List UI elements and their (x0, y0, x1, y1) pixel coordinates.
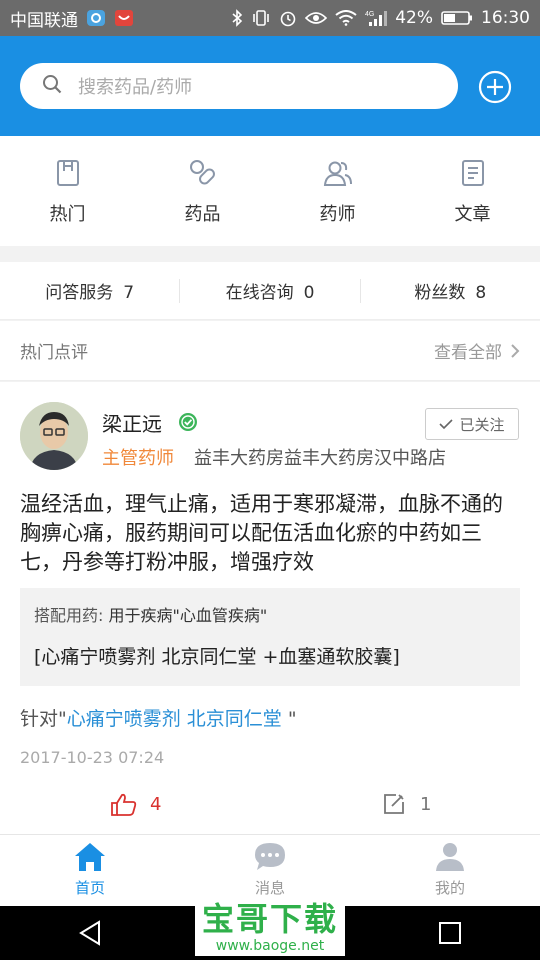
chevron-right-icon (511, 343, 520, 358)
signal-icon: 4G (365, 9, 388, 27)
target-prefix: 针对" (20, 708, 67, 730)
vibrate-icon (251, 9, 271, 27)
verified-check-icon (179, 413, 197, 431)
stat-qa-value: 7 (123, 283, 135, 303)
section-title: 热门点评 (20, 343, 88, 363)
category-medicine-label: 药品 (184, 204, 221, 225)
pharmacist-role: 主管药师 (102, 448, 174, 469)
category-article-label: 文章 (454, 204, 491, 225)
combo-disease: 用于疾病"心血管疾病" (108, 606, 268, 625)
target-suffix: " (281, 708, 297, 730)
bluetooth-icon (231, 9, 243, 27)
thumbs-up-icon (111, 793, 137, 816)
wifi-icon (335, 10, 357, 26)
combo-prefix: 搭配用药: (34, 606, 104, 625)
bookmark-h-icon (56, 160, 79, 186)
alarm-icon (279, 9, 297, 27)
stats-bar: 问答服务 7 在线咨询 0 粉丝数 8 (0, 262, 540, 320)
category-pharmacist[interactable]: 药师 (270, 136, 405, 246)
review-card[interactable]: 梁正远 已关注 主管药师 益丰大药房益丰大药房汉中路店 温经活血，理气止痛，适用… (0, 382, 540, 834)
battery-icon (441, 10, 473, 26)
document-icon (461, 160, 484, 186)
combo-drugs: [心痛宁喷雾剂 北京同仁堂 +血塞通软胶囊] (34, 646, 400, 668)
combo-disease-line: 搭配用药: 用于疾病"心血管疾病" (34, 602, 506, 626)
recents-square-icon[interactable] (437, 919, 463, 947)
stat-online-consult[interactable]: 在线咨询 0 (180, 278, 359, 303)
category-pharmacist-label: 药师 (319, 204, 356, 225)
category-hot[interactable]: 热门 (0, 136, 135, 246)
like-count: 4 (150, 793, 162, 815)
tab-home-label: 首页 (74, 879, 105, 897)
review-date: 2017-10-23 07:24 (20, 748, 165, 767)
status-bar: 中国联通 4G 42% 16:30 (0, 0, 540, 36)
back-triangle-icon[interactable] (77, 919, 103, 947)
bottom-tab-bar: 首页 消息 我的 (0, 834, 540, 906)
search-placeholder: 搜索药品/药师 (78, 77, 193, 98)
avatar[interactable] (20, 402, 88, 470)
follow-button[interactable]: 已关注 (425, 408, 519, 440)
watermark-url: www.baoge.net (215, 938, 325, 954)
add-button[interactable] (478, 70, 512, 104)
comment-count: 1 (420, 793, 432, 815)
clock-time: 16:30 (481, 8, 530, 28)
person-icon (436, 843, 464, 871)
target-drug-link[interactable]: 心痛宁喷雾剂 北京同仁堂 (67, 708, 282, 730)
plus-circle-icon (478, 70, 512, 104)
check-icon (439, 419, 454, 430)
stat-qa-label: 问答服务 (45, 283, 114, 303)
users-icon (323, 161, 352, 186)
carrier-label: 中国联通 (10, 10, 78, 31)
chat-bubble-icon (255, 843, 285, 870)
combo-medication-box: 搭配用药: 用于疾病"心血管疾病" [心痛宁喷雾剂 北京同仁堂 +血塞通软胶囊] (20, 588, 520, 686)
pill-icon (189, 160, 215, 185)
comment-button[interactable]: 1 (382, 792, 431, 816)
category-article[interactable]: 文章 (405, 136, 540, 246)
review-content: 温经活血，理气止痛，适用于寒邪凝滞，血脉不通的胸痹心痛，服药期间可以配伍活血化瘀… (20, 492, 503, 574)
view-all-link[interactable]: 查看全部 (434, 338, 520, 363)
eye-icon (305, 10, 328, 26)
stat-qa-service[interactable]: 问答服务 7 (0, 278, 179, 303)
category-nav: 热门 药品 药师 文章 (0, 136, 540, 246)
message-notification-icon (114, 9, 134, 27)
like-button[interactable]: 4 (110, 792, 161, 816)
search-icon (42, 74, 62, 98)
stat-fans-value: 8 (475, 283, 487, 303)
search-bar[interactable]: 搜索药品/药师 (20, 63, 458, 109)
hot-reviews-header: 热门点评 查看全部 (0, 321, 540, 381)
pharmacist-name[interactable]: 梁正远 (102, 408, 162, 437)
stat-consult-label: 在线咨询 (225, 283, 294, 303)
stat-consult-value: 0 (303, 283, 315, 303)
pharmacy-name: 益丰大药房益丰大药房汉中路店 (194, 448, 446, 469)
stat-fans-label: 粉丝数 (414, 283, 466, 303)
stat-fans[interactable]: 粉丝数 8 (361, 278, 540, 303)
battery-percent: 42% (395, 8, 433, 28)
edit-icon (384, 794, 404, 814)
app-header: 搜索药品/药师 (0, 36, 540, 136)
category-hot-label: 热门 (49, 204, 86, 225)
view-all-label: 查看全部 (434, 343, 502, 363)
tab-messages-label: 消息 (254, 879, 285, 897)
watermark-title: 宝哥下载 (201, 900, 338, 938)
app-notification-icon (86, 9, 106, 27)
category-medicine[interactable]: 药品 (135, 136, 270, 246)
tab-home[interactable]: 首页 (0, 835, 180, 906)
follow-label: 已关注 (459, 415, 505, 434)
watermark-logo: 宝哥下载 www.baoge.net (195, 900, 345, 956)
network-type-label: 4G (365, 11, 374, 18)
home-icon (75, 843, 105, 871)
avatar-portrait-icon (20, 402, 88, 470)
tab-profile-label: 我的 (434, 879, 465, 897)
target-drug-line: 针对"心痛宁喷雾剂 北京同仁堂 " (20, 704, 297, 731)
tab-messages[interactable]: 消息 (180, 835, 360, 906)
tab-profile[interactable]: 我的 (360, 835, 540, 906)
